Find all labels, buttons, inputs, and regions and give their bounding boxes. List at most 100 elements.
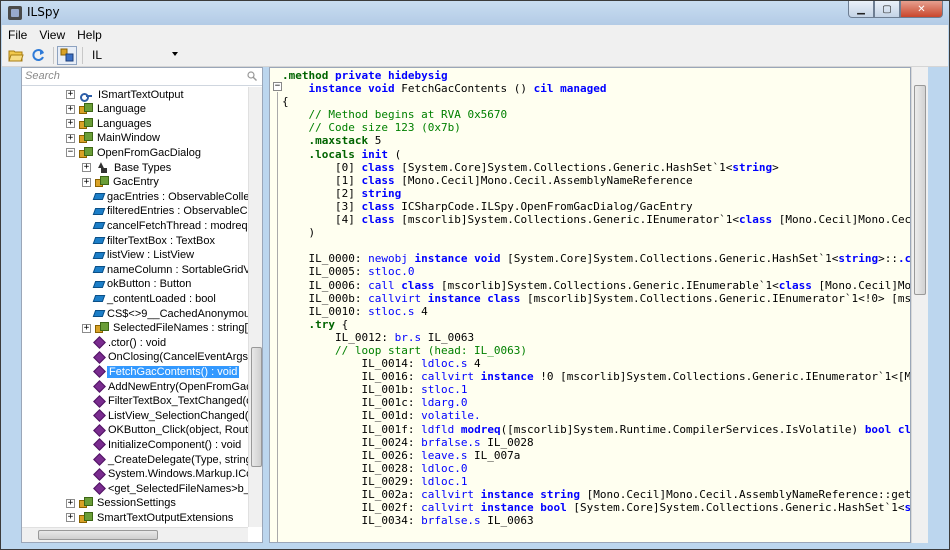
expand-icon[interactable]: + [66, 133, 75, 143]
tree-node[interactable]: + GacEntry [82, 175, 160, 190]
tree-horizontal-scrollbar[interactable] [22, 527, 248, 542]
tree-node[interactable]: + Language [66, 102, 147, 117]
show-internal-button[interactable] [57, 45, 77, 65]
tree-node[interactable]: OKButton_Click(object, Routec [92, 423, 248, 438]
interface-icon [79, 89, 93, 102]
tree-node[interactable]: System.Windows.Markup.IComp [92, 467, 248, 482]
code-token: ([mscorlib]System.Runtime.CompilerServic… [500, 422, 865, 436]
fold-toggle[interactable]: − [273, 82, 282, 91]
code-token: >:: [878, 252, 898, 266]
tree-node[interactable]: _CreateDelegate(Type, string) [92, 452, 248, 467]
menu-view[interactable]: View [39, 28, 73, 42]
decompiled-code-view[interactable]: − .method private hidebysig instance voi… [269, 67, 911, 543]
tree-node-label: SessionSettings [97, 497, 176, 510]
tree-node[interactable]: _contentLoaded : bool [92, 291, 217, 306]
scrollbar-thumb[interactable] [251, 347, 262, 467]
tree-node[interactable]: + ISmartTextOutput [66, 87, 185, 102]
method-icon [93, 482, 106, 496]
tree-node-label: _contentLoaded : bool [107, 292, 216, 305]
code-token: string [361, 186, 402, 200]
code-line: .locals init ( [282, 147, 910, 161]
tree-node[interactable]: filterTextBox : TextBox [92, 233, 216, 248]
tree-node[interactable]: .ctor() : void [92, 335, 167, 350]
access-filter-icon [60, 48, 74, 62]
code-token: IL_0006: [282, 278, 369, 292]
tree-node[interactable]: + Base Types [82, 160, 172, 175]
tree-node[interactable]: <get_SelectedFileNames>b__( [92, 481, 248, 496]
expand-icon[interactable]: + [66, 498, 75, 508]
tree-node[interactable]: OnClosing(CancelEventArgs) : [92, 350, 248, 365]
expand-icon[interactable]: + [82, 163, 91, 172]
tree-node-label: FilterTextBox_TextChanged(ob [108, 395, 248, 408]
tree-node-label: gacEntries : ObservableCollect [107, 190, 248, 203]
code-token: ldarg.0 [421, 396, 468, 410]
menu-bar: File View Help [2, 25, 948, 44]
tree-node[interactable]: ListView_SelectionChanged(ob [92, 408, 248, 423]
tree-node-label: ListView_SelectionChanged(ob [108, 409, 248, 422]
scrollbar-thumb[interactable] [38, 530, 158, 540]
tree-node-label: ISmartTextOutput [98, 88, 184, 101]
tree-node[interactable]: okButton : Button [92, 277, 192, 292]
code-token: IL_0026: [282, 448, 422, 462]
tree-node[interactable]: + MainWindow [66, 131, 161, 146]
code-token: IL_0034: [282, 514, 422, 528]
expand-icon[interactable]: + [66, 104, 75, 114]
tree-node[interactable]: + Languages [66, 116, 152, 131]
tree-node[interactable]: filteredEntries : ObservableCol [92, 204, 248, 219]
expand-icon[interactable]: + [66, 513, 75, 523]
tree-node[interactable]: nameColumn : SortableGridVie [92, 262, 248, 277]
code-token: instance class [421, 291, 521, 305]
tree-node-label: <get_SelectedFileNames>b__( [108, 482, 248, 495]
tree-node-label: SmartTextOutputExtensions [97, 511, 234, 524]
code-line: IL_0010: stloc.s 4 [282, 305, 910, 318]
code-token: class [738, 213, 773, 227]
code-token: // loop start (head: IL_0063) [334, 343, 528, 357]
code-token: .maxstack [308, 134, 369, 148]
close-button[interactable]: ✕ [900, 1, 943, 18]
language-select[interactable]: IL [90, 46, 182, 65]
expand-icon[interactable]: + [82, 177, 91, 187]
search-input[interactable]: Search [22, 68, 262, 86]
code-token: IL_007a [467, 448, 521, 462]
scrollbar-thumb[interactable] [914, 85, 926, 295]
tree-node[interactable]: FilterTextBox_TextChanged(ob [92, 394, 248, 409]
code-token: [mscorlib]System.Collections.Generic.IEn… [520, 291, 911, 305]
code-vertical-scrollbar[interactable] [911, 67, 928, 543]
code-token: ( [387, 147, 402, 161]
minimize-button[interactable]: ▁ [848, 1, 874, 18]
expand-icon[interactable]: + [82, 323, 91, 333]
tree-node[interactable]: CS$<>9__CachedAnonymousM [92, 306, 248, 321]
menu-file[interactable]: File [8, 28, 35, 42]
tree-node[interactable]: + SelectedFileNames : string[] [82, 321, 248, 336]
tree-node[interactable]: AddNewEntry(OpenFromGacD [92, 379, 248, 394]
window-title: ILSpy [27, 5, 60, 19]
tree-node[interactable]: listView : ListView [92, 248, 195, 263]
code-token: brfalse.s [421, 435, 481, 449]
tree-node-label: Languages [97, 117, 152, 130]
open-button[interactable] [6, 46, 26, 65]
tree-vertical-scrollbar[interactable] [248, 87, 262, 527]
tree-node[interactable]: − OpenFromGacDialog [66, 145, 202, 160]
tree-node[interactable]: + SessionSettings [66, 496, 177, 511]
tree-node[interactable]: InitializeComponent() : void [92, 437, 242, 452]
maximize-button[interactable]: ▢ [874, 1, 900, 18]
code-token: ) [282, 226, 316, 240]
menu-help[interactable]: Help [77, 28, 110, 42]
tree-node[interactable]: cancelFetchThread : modreq(Is [92, 218, 248, 233]
tree-node[interactable]: gacEntries : ObservableCollect [92, 189, 248, 204]
expand-icon[interactable]: + [66, 90, 75, 99]
tree-node[interactable]: + SmartTextOutputExtensions [66, 510, 234, 525]
refresh-icon [32, 49, 44, 61]
code-token: bool class [864, 422, 911, 436]
code-token: [System.Core]System.Collections.Generic.… [394, 160, 733, 174]
collapse-icon[interactable]: − [66, 148, 75, 158]
search-icon [247, 71, 257, 81]
tree-node[interactable]: FetchGacContents() : void [92, 364, 240, 379]
expand-icon[interactable]: + [66, 119, 75, 129]
method-icon [93, 438, 106, 452]
code-token: IL_0029: [282, 474, 422, 488]
reload-button[interactable] [28, 46, 48, 65]
